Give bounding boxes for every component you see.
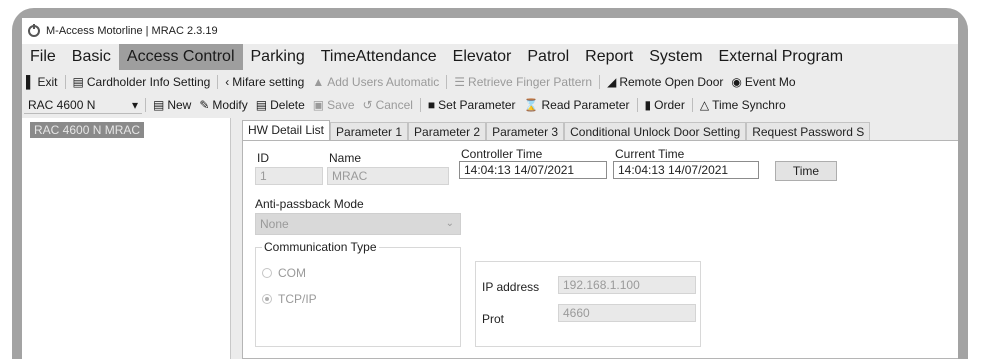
network-settings-group: IP address 192.168.1.100 Prot 4660 (475, 261, 701, 347)
add-users-icon: ▲ (312, 75, 325, 89)
add-users-automatic-button[interactable]: ▲ Add Users Automatic (308, 75, 443, 89)
hw-detail-panel: ID Name Controller Time Current Time 1 M… (242, 140, 958, 359)
set-parameter-icon: ■ (427, 98, 436, 112)
tcpip-radio[interactable]: TCP/IP (262, 292, 317, 306)
id-field: 1 (255, 167, 323, 185)
menu-external-program[interactable]: External Program (711, 44, 852, 70)
mifare-setting-button[interactable]: ‹ Mifare setting (221, 75, 308, 89)
chevron-down-icon: ⌄ (445, 218, 454, 229)
exit-icon: ▌ (26, 75, 35, 89)
controller-time-field[interactable]: 14:04:13 14/07/2021 (459, 161, 607, 179)
name-label: Name (329, 151, 362, 165)
detail-area: HW Detail List Parameter 1 Parameter 2 P… (234, 118, 958, 359)
modify-button[interactable]: ✎ Modify (195, 98, 251, 112)
menu-basic[interactable]: Basic (64, 44, 119, 70)
controller-tree: RAC 4600 N MRAC (22, 118, 231, 359)
toolbar-separator (145, 98, 146, 112)
com-radio[interactable]: COM (262, 266, 306, 280)
ip-address-label: IP address (482, 280, 540, 294)
read-parameter-button[interactable]: ⌛ Read Parameter (520, 98, 634, 112)
dropdown-arrow-icon: ▾ (131, 97, 138, 112)
radio-button-selected-icon (262, 294, 272, 304)
undo-icon: ↺ (362, 98, 373, 112)
time-button[interactable]: Time (775, 161, 837, 181)
menu-patrol[interactable]: Patrol (519, 44, 577, 70)
port-field: 4660 (558, 304, 696, 322)
app-window: M-Access Motorline | MRAC 2.3.19 File Ba… (22, 18, 958, 359)
door-icon: ◢ (607, 75, 617, 89)
save-icon: ▣ (312, 98, 325, 112)
toolbar-primary: ▌ Exit ▤ Cardholder Info Setting ‹ Mifare s… (22, 71, 958, 93)
ip-address-field: 192.168.1.100 (558, 276, 696, 294)
current-time-field[interactable]: 14:04:13 14/07/2021 (613, 161, 759, 179)
menu-timeattendance[interactable]: TimeAttendance (313, 44, 445, 70)
eye-icon: ◉ (731, 75, 742, 89)
tab-parameter-2[interactable]: Parameter 2 (408, 122, 487, 142)
antipassback-select[interactable]: None ⌄ (255, 213, 461, 235)
current-time-label: Current Time (615, 147, 685, 161)
port-label: Prot (482, 312, 505, 326)
retrieve-finger-button[interactable]: ☰ Retrieve Finger Pattern (450, 75, 596, 89)
communication-type-title: Communication Type (262, 240, 379, 254)
mifare-icon: ‹ (225, 75, 230, 89)
event-monitor-button[interactable]: ◉ Event Mo (727, 75, 799, 89)
toolbar-separator (419, 98, 421, 112)
time-sync-button[interactable]: △ Time Synchro (696, 98, 790, 112)
tab-request-password[interactable]: Request Password S (746, 122, 871, 142)
menu-report[interactable]: Report (577, 44, 641, 70)
set-parameter-button[interactable]: ■ Set Parameter (424, 98, 520, 112)
remote-open-door-button[interactable]: ◢ Remote Open Door (603, 75, 727, 89)
delete-button[interactable]: ▤ Delete (252, 98, 309, 112)
toolbar-separator (64, 75, 66, 89)
name-field: MRAC (327, 167, 449, 185)
tab-strip: HW Detail List Parameter 1 Parameter 2 P… (242, 120, 958, 143)
app-power-icon (28, 24, 40, 37)
delete-icon: ▤ (255, 98, 268, 112)
tab-parameter-1[interactable]: Parameter 1 (330, 122, 409, 142)
controller-time-label: Controller Time (461, 147, 543, 161)
communication-type-group: Communication Type COM TCP/IP (255, 240, 461, 347)
toolbar-separator (636, 98, 638, 112)
menu-system[interactable]: System (641, 44, 710, 70)
screenshot-frame: M-Access Motorline | MRAC 2.3.19 File Ba… (12, 8, 968, 359)
order-button[interactable]: ▮ Order (641, 98, 689, 112)
exit-button[interactable]: ▌ Exit (22, 75, 62, 89)
toolbar-separator (691, 98, 693, 112)
cardholder-info-button[interactable]: ▤ Cardholder Info Setting (69, 75, 215, 89)
tab-conditional-unlock[interactable]: Conditional Unlock Door Setting (564, 122, 747, 142)
new-icon: ▤ (153, 98, 165, 112)
save-button[interactable]: ▣ Save (309, 98, 359, 112)
menu-parking[interactable]: Parking (243, 44, 313, 70)
toolbar-separator (217, 75, 219, 89)
tab-parameter-3[interactable]: Parameter 3 (486, 122, 565, 142)
id-label: ID (257, 151, 269, 165)
menu-bar: File Basic Access Control Parking TimeAt… (22, 44, 958, 70)
controller-select[interactable]: RAC 4600 N ▾ (24, 96, 142, 114)
new-button[interactable]: ▤ New (149, 98, 195, 112)
toolbar-secondary: RAC 4600 N ▾ ▤ New ✎ Modify ▤ Delete ▣ Save ↺… (22, 94, 958, 116)
window-title: M-Access Motorline | MRAC 2.3.19 (46, 25, 218, 37)
time-sync-icon: △ (699, 98, 710, 112)
radio-button-icon (262, 268, 272, 278)
menu-file[interactable]: File (22, 44, 64, 70)
modify-icon: ✎ (199, 98, 210, 112)
hourglass-icon: ⌛ (523, 98, 539, 112)
menu-access-control[interactable]: Access Control (118, 44, 243, 70)
fingerprint-icon: ☰ (454, 75, 466, 89)
title-bar: M-Access Motorline | MRAC 2.3.19 (22, 18, 958, 44)
antipassback-label: Anti-passback Mode (255, 197, 364, 211)
order-icon: ▮ (644, 98, 652, 112)
cardholder-icon: ▤ (72, 75, 84, 89)
toolbar-separator (446, 75, 448, 89)
toolbar-separator (599, 75, 601, 89)
tree-node-rac4600n[interactable]: RAC 4600 N MRAC (30, 122, 145, 138)
menu-elevator[interactable]: Elevator (445, 44, 520, 70)
cancel-button[interactable]: ↺ Cancel (359, 98, 417, 112)
